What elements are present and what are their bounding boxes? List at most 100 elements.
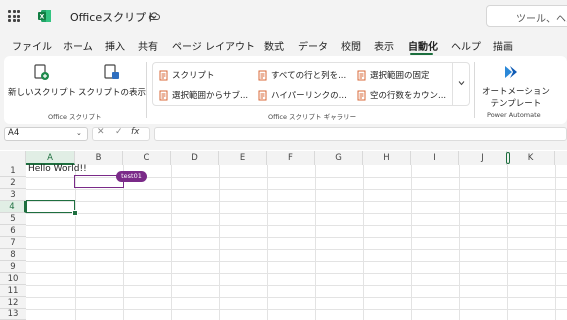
gallery-more-button[interactable] [452,63,470,105]
gallery-item-script[interactable]: スクリプト [158,69,215,81]
row-header-3[interactable]: 3 [0,189,26,201]
automation-templates-button[interactable]: オートメーション テンプレート [482,85,550,109]
tab-help[interactable]: ヘルプ [451,38,481,53]
ribbon-separator [474,62,475,118]
gallery-item-label: ハイパーリンクの... [271,91,347,101]
tab-data[interactable]: データ [298,38,328,53]
row-header-1[interactable]: 1 [0,165,26,177]
column-header-b[interactable]: B [75,151,123,165]
fill-handle[interactable] [72,210,78,216]
chevron-down-icon[interactable]: ⌄ [76,129,82,137]
cancel-icon[interactable]: ✕ [97,127,105,137]
gridline [26,225,567,226]
view-scripts-button[interactable]: スクリプトの表示 [78,86,146,98]
tab-insert[interactable]: 挿入 [105,38,125,53]
gallery-item-label: すべての行と列を... [271,71,347,81]
row-header-12[interactable]: 12 [0,297,26,309]
svg-text:X: X [40,14,45,21]
gridline [26,237,567,238]
app-launcher-icon[interactable] [8,10,20,22]
gallery-item-label: 選択範囲の固定 [370,71,430,81]
tab-review[interactable]: 校閲 [341,38,361,53]
script-icon [357,70,366,80]
gallery-item-freeze-selection[interactable]: 選択範囲の固定 [356,69,430,81]
cell-a1[interactable]: Hello World!! [28,164,87,174]
gridline [26,285,567,286]
tab-home[interactable]: ホーム [63,38,93,53]
column-header-k[interactable]: K [507,151,555,165]
cloud-saved-icon[interactable] [148,11,160,21]
row-header-6[interactable]: 6 [0,225,26,237]
row-header-2[interactable]: 2 [0,177,26,189]
column-header-j[interactable]: J [459,151,507,165]
gridline [26,201,567,202]
gridline [26,273,567,274]
row-header-9[interactable]: 9 [0,261,26,273]
active-cell-a4[interactable] [26,200,75,213]
column-header-f[interactable]: F [267,151,315,165]
group-label-script-gallery: Office スクリプト ギャラリー [268,113,357,121]
select-all-corner[interactable] [0,151,26,165]
active-tab-indicator [410,53,433,55]
document-title[interactable]: Officeスクリプト [70,9,157,25]
column-header-c[interactable]: C [123,151,171,165]
gallery-item-label: スクリプト [172,71,215,81]
row-header-5[interactable]: 5 [0,213,26,225]
power-automate-icon [505,66,517,78]
function-icon[interactable]: fx [131,127,140,137]
gridline [26,261,567,262]
gallery-item-count-empty-rows[interactable]: 空の行数をカウン... [356,89,446,101]
tab-formulas[interactable]: 数式 [264,38,284,53]
group-label-office-scripts: Office スクリプト [48,113,102,121]
gridline [26,189,567,190]
chevron-down-icon [458,81,465,86]
column-header-g[interactable]: G [315,151,363,165]
row-header-10[interactable]: 10 [0,273,26,285]
automation-templates-label-line2: テンプレート [490,99,542,109]
column-header-e[interactable]: E [219,151,267,165]
ribbon-separator [146,62,147,118]
formula-input[interactable] [154,127,567,141]
script-icon [258,70,267,80]
tab-view[interactable]: 表示 [374,38,394,53]
gridline [26,309,567,310]
gallery-item-label: 空の行数をカウン... [370,91,447,101]
search-placeholder: ツール、ヘル [516,14,567,25]
row-header-11[interactable]: 11 [0,285,26,297]
excel-logo-icon: X [38,10,51,22]
new-script-button[interactable]: 新しいスクリプト [8,86,76,98]
gridline [26,213,567,214]
group-label-power-automate: Power Automate [487,111,541,119]
gallery-item-hyperlink[interactable]: ハイパーリンクの... [257,89,347,101]
tab-share[interactable]: 共有 [138,38,158,53]
tab-file[interactable]: ファイル [12,38,52,53]
tab-automate[interactable]: 自動化 [408,38,438,53]
script-icon [159,70,168,80]
column-resize-handle[interactable] [506,152,510,164]
row-header-4[interactable]: 4 [0,201,26,213]
new-script-icon [34,64,49,80]
enter-icon[interactable]: ✓ [115,127,123,137]
gridline [26,249,567,250]
tab-draw[interactable]: 描画 [493,38,513,53]
collaborator-flag: test01 [116,171,147,182]
column-header-a[interactable]: A [26,151,75,165]
script-icon [258,90,267,100]
column-header-h[interactable]: H [363,151,411,165]
automation-templates-label-line1: オートメーション [482,87,550,97]
script-icon [159,90,168,100]
column-header-d[interactable]: D [171,151,219,165]
script-icon [357,90,366,100]
row-header-7[interactable]: 7 [0,237,26,249]
column-header-i[interactable]: I [411,151,459,165]
view-scripts-icon [104,64,119,79]
tab-page-layout[interactable]: ページ レイアウト [172,38,255,53]
gallery-item-all-rows-columns[interactable]: すべての行と列を... [257,69,346,81]
gridline [26,297,567,298]
name-box-value: A4 [8,128,20,138]
row-header-13[interactable]: 13 [0,309,26,320]
gallery-item-label: 選択範囲からサブ... [172,91,249,101]
row-header-8[interactable]: 8 [0,249,26,261]
gallery-item-subtotal[interactable]: 選択範囲からサブ... [158,89,248,101]
column-header-l[interactable] [555,151,567,165]
